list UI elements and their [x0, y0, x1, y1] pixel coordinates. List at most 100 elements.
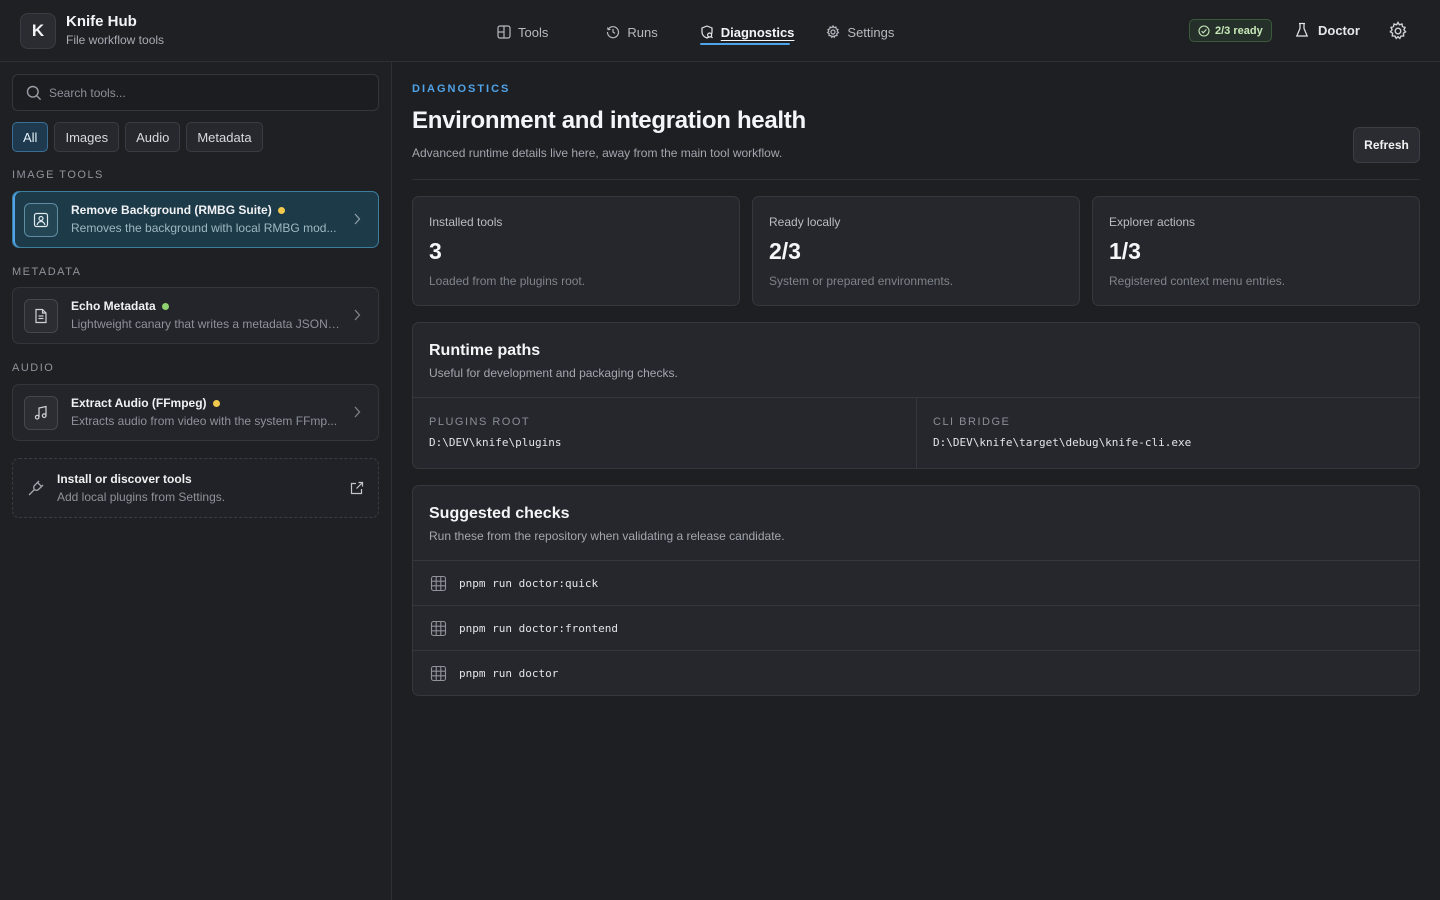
document-icon: [24, 298, 58, 333]
path-value[interactable]: D:\DEV\knife\plugins: [429, 436, 900, 449]
chevron-right-icon: [354, 309, 361, 321]
ready-status-badge[interactable]: 2/3 ready: [1189, 19, 1272, 42]
install-text: Install or discover tools Add local plug…: [57, 471, 327, 506]
nav-runs-label: Runs: [627, 24, 658, 40]
status-dot: [212, 399, 220, 407]
tool-name: Echo Metadata: [71, 298, 341, 314]
grid-icon: [497, 25, 511, 39]
check-command: pnpm run doctor:frontend: [459, 621, 618, 635]
brand-text: Knife Hub File workflow tools: [66, 13, 164, 49]
sidebar: All Images Audio Metadata IMAGE TOOLS Re…: [0, 62, 392, 900]
tool-name: Remove Background (RMBG Suite): [71, 202, 341, 218]
group-label-image-tools: IMAGE TOOLS: [12, 169, 104, 181]
check-row[interactable]: pnpm run doctor: [413, 651, 1419, 695]
suggested-checks-panel: Suggested checks Run these from the repo…: [412, 485, 1420, 696]
runtime-paths-panel: Runtime paths Useful for development and…: [412, 322, 1420, 469]
plug-icon: [28, 480, 44, 496]
path-value[interactable]: D:\DEV\knife\target\debug\knife-cli.exe: [933, 436, 1403, 449]
page-subtitle: Advanced runtime details live here, away…: [412, 146, 783, 160]
tool-text: Echo Metadata Lightweight canary that wr…: [71, 298, 341, 333]
tool-name-label: Echo Metadata: [71, 299, 156, 313]
install-title: Install or discover tools: [57, 471, 192, 486]
app-logo: K: [20, 13, 56, 49]
stat-note: Loaded from the plugins root.: [429, 274, 586, 288]
status-dot: [161, 302, 169, 310]
history-icon: [607, 26, 620, 39]
stat-note: System or prepared environments.: [769, 274, 954, 288]
path-cli-bridge: CLI BRIDGE D:\DEV\knife\target\debug\kni…: [916, 398, 1419, 468]
shield-icon: [701, 25, 713, 39]
tool-text: Extract Audio (FFmpeg) Extracts audio fr…: [71, 395, 341, 430]
search-input[interactable]: [49, 85, 359, 100]
page-eyebrow: DIAGNOSTICS: [412, 83, 511, 95]
image-icon: [24, 202, 58, 237]
nav-diagnostics-label: Diagnostics: [720, 24, 795, 40]
music-icon: [24, 395, 58, 430]
tool-name-label: Remove Background (RMBG Suite): [71, 203, 272, 217]
brand: K Knife Hub File workflow tools: [20, 13, 164, 49]
ready-status-text: 2/3 ready: [1215, 24, 1263, 37]
chevron-right-icon: [354, 406, 361, 418]
nav-settings-label: Settings: [847, 24, 895, 40]
gear-icon: [1389, 21, 1407, 40]
path-label: CLI BRIDGE: [933, 416, 1011, 428]
tool-card-echo-metadata[interactable]: Echo Metadata Lightweight canary that wr…: [12, 287, 379, 344]
check-command: pnpm run doctor:quick: [459, 576, 599, 590]
stat-label: Installed tools: [429, 215, 503, 229]
check-row[interactable]: pnpm run doctor:frontend: [413, 606, 1419, 651]
settings-gear-button[interactable]: [1388, 21, 1408, 44]
stat-value: 3: [429, 238, 442, 264]
chevron-right-icon: [354, 213, 361, 225]
check-circle-icon: [1198, 24, 1210, 37]
stat-card-ready-locally: Ready locally 2/3 System or prepared env…: [752, 196, 1080, 306]
stat-value: 2/3: [769, 238, 801, 264]
search-box[interactable]: [12, 74, 379, 111]
tool-text: Remove Background (RMBG Suite) Removes t…: [71, 202, 341, 237]
group-label-metadata: METADATA: [12, 266, 82, 278]
tool-card-remove-background[interactable]: Remove Background (RMBG Suite) Removes t…: [12, 191, 379, 248]
group-label-audio: AUDIO: [12, 362, 55, 374]
tool-description: Lightweight canary that writes a metadat…: [71, 317, 341, 331]
check-command: pnpm run doctor: [459, 667, 559, 680]
panel-title: Suggested checks: [429, 505, 570, 522]
app-title: Knife Hub: [66, 13, 137, 30]
doctor-button[interactable]: Doctor: [1295, 22, 1360, 38]
category-filters: All Images Audio Metadata: [12, 122, 269, 152]
status-dot: [277, 206, 285, 214]
filter-images[interactable]: Images: [54, 122, 120, 152]
install-subtitle: Add local plugins from Settings.: [57, 489, 226, 504]
panel-header: Runtime paths Useful for development and…: [413, 323, 1419, 398]
nav-diagnostics[interactable]: Diagnostics: [699, 22, 795, 45]
path-plugins-root: PLUGINS ROOT D:\DEV\knife\plugins: [413, 398, 916, 468]
check-row[interactable]: pnpm run doctor:quick: [413, 561, 1419, 606]
filter-all[interactable]: All: [12, 122, 49, 152]
nav-tools[interactable]: Tools: [497, 22, 548, 42]
panel-title: Runtime paths: [429, 342, 541, 359]
divider: [412, 179, 1420, 180]
table-icon: [430, 620, 447, 636]
panel-header: Suggested checks Run these from the repo…: [413, 486, 1419, 561]
tool-description: Extracts audio from video with the syste…: [71, 414, 338, 428]
refresh-button[interactable]: Refresh: [1353, 127, 1420, 163]
flask-icon: [1295, 22, 1309, 37]
tool-card-extract-audio[interactable]: Extract Audio (FFmpeg) Extracts audio fr…: [12, 384, 379, 441]
stat-label: Explorer actions: [1109, 215, 1196, 229]
nav-tools-label: Tools: [518, 24, 549, 40]
filter-audio[interactable]: Audio: [125, 122, 181, 152]
stat-note: Registered context menu entries.: [1109, 274, 1286, 288]
nav-settings[interactable]: Settings: [826, 22, 894, 42]
external-link-icon: [350, 481, 364, 495]
install-tools-card[interactable]: Install or discover tools Add local plug…: [12, 458, 379, 518]
top-header: K Knife Hub File workflow tools Tools Ru…: [0, 0, 1440, 62]
gear-icon: [827, 25, 840, 39]
table-icon: [430, 575, 447, 591]
panel-subtitle: Useful for development and packaging che…: [429, 366, 678, 380]
stat-value: 1/3: [1109, 238, 1141, 264]
doctor-label: Doctor: [1318, 22, 1360, 38]
paths-grid: PLUGINS ROOT D:\DEV\knife\plugins CLI BR…: [413, 398, 1419, 468]
stat-card-explorer-actions: Explorer actions 1/3 Registered context …: [1092, 196, 1420, 306]
filter-metadata[interactable]: Metadata: [186, 122, 263, 152]
main-nav: Tools Runs Diagnostics Settings: [497, 22, 894, 45]
table-icon: [430, 665, 447, 682]
nav-runs[interactable]: Runs: [606, 22, 658, 42]
